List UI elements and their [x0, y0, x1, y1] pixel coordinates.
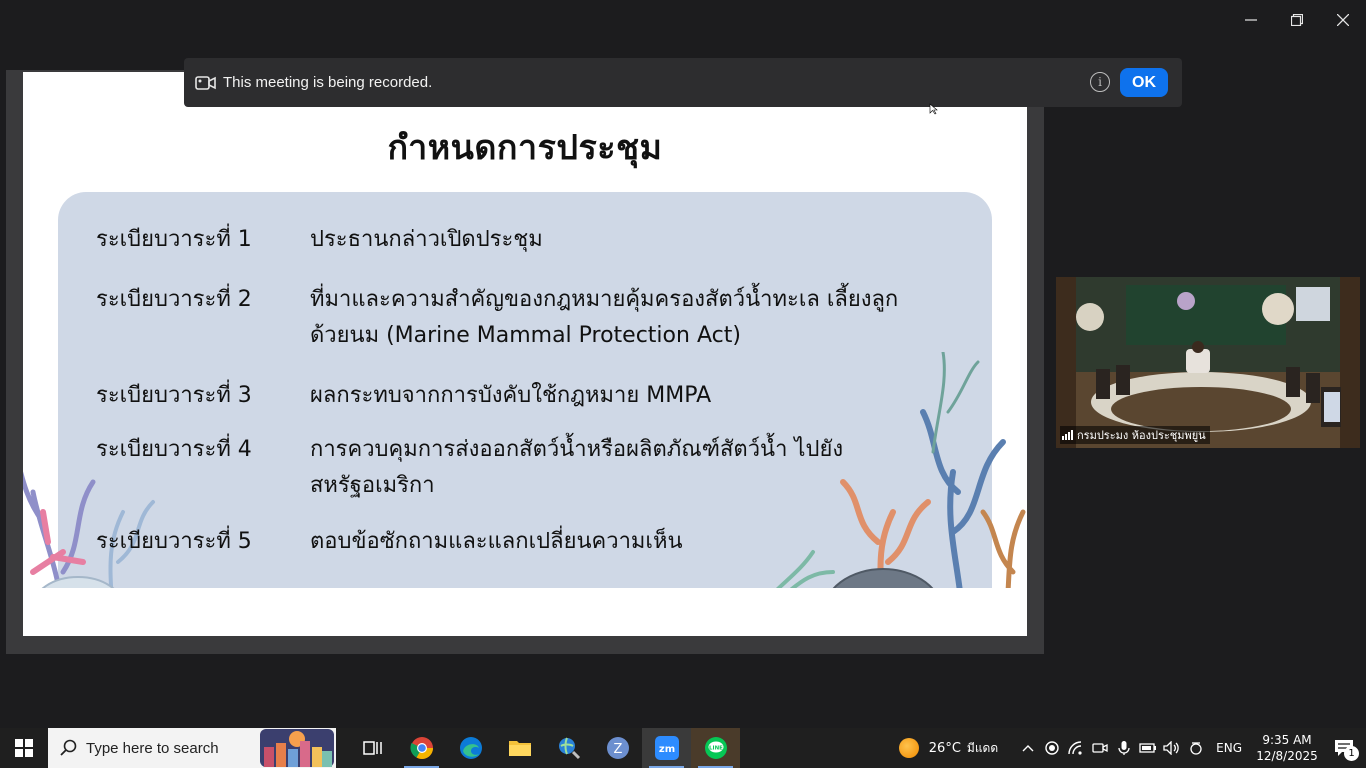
task-view-icon — [362, 741, 382, 755]
recording-message: This meeting is being recorded. — [223, 74, 433, 91]
window-controls — [1228, 0, 1366, 40]
agenda-text: ประธานกล่าวเปิดประชุม — [310, 227, 543, 252]
agenda-item-4: ระเบียบวาระที่ 4 การควบคุมการส่งออกสัตว์… — [96, 432, 910, 504]
agenda-text: การควบคุมการส่งออกสัตว์น้ำหรือผลิตภัณฑ์ส… — [310, 437, 844, 498]
sync-button[interactable] — [1184, 728, 1208, 768]
mouse-cursor-icon — [929, 103, 938, 115]
participant-name: กรมประมง ห้องประชุมพยูน — [1077, 429, 1206, 442]
recording-banner: This meeting is being recorded. i OK — [184, 58, 1182, 107]
edge-icon — [459, 737, 482, 759]
zoom-settings-icon: Z — [606, 737, 629, 759]
search-placeholder: Type here to search — [86, 739, 219, 757]
participant-video-tile[interactable]: กรมประมง ห้องประชุมพยูน — [1056, 277, 1360, 448]
meeting-room-video — [1056, 277, 1360, 448]
windows-logo-icon — [15, 739, 33, 757]
recording-camera-icon — [195, 74, 217, 92]
line-icon: LINE — [704, 737, 727, 759]
agenda-item-2: ระเบียบวาระที่ 2 ที่มาและความสำคัญของกฎห… — [96, 282, 910, 354]
agenda-number: ระเบียบวาระที่ 3 — [96, 383, 252, 408]
agenda-text: ตอบข้อซักถามและแลกเปลี่ยนความเห็น — [310, 529, 683, 554]
taskbar-clock[interactable]: 9:35 AM 12/8/2025 — [1252, 732, 1322, 764]
svg-text:Z: Z — [613, 742, 622, 757]
weather-temperature: 26°C — [928, 740, 961, 756]
magnifier-globe-icon — [558, 737, 580, 760]
agenda-number: ระเบียบวาระที่ 1 — [96, 227, 252, 252]
search-highlight-illustration-icon — [260, 729, 334, 767]
weather-description: มีแดด — [966, 740, 999, 755]
zoom-settings-app[interactable]: Z — [593, 728, 642, 768]
svg-text:zm: zm — [658, 744, 674, 755]
notification-center-button[interactable]: 1 — [1322, 728, 1366, 768]
battery-button[interactable] — [1136, 728, 1160, 768]
restore-icon — [1291, 14, 1303, 26]
minimize-button[interactable] — [1228, 0, 1274, 40]
taskbar-app-list: Z zm LINE — [348, 728, 740, 768]
agenda-item-5: ระเบียบวาระที่ 5 ตอบข้อซักถามและแลกเปลี่… — [96, 524, 910, 560]
agenda-item-1: ระเบียบวาระที่ 1 ประธานกล่าวเปิดประชุม — [96, 222, 910, 258]
search-icon — [58, 737, 80, 759]
record-icon — [1045, 741, 1059, 755]
svg-text:LINE: LINE — [709, 746, 723, 752]
agenda-number: ระเบียบวาระที่ 5 — [96, 529, 252, 554]
chrome-app[interactable] — [397, 728, 446, 768]
network-button[interactable] — [1064, 728, 1088, 768]
zoom-app[interactable]: zm — [642, 728, 691, 768]
agenda-item-3: ระเบียบวาระที่ 3 ผลกระทบจากการบังคับใช้ก… — [96, 378, 910, 414]
line-app[interactable]: LINE — [691, 728, 740, 768]
agenda-text: ที่มาและความสำคัญของกฎหมายคุ้มครองสัตว์น… — [310, 287, 899, 348]
slide-title: กำหนดการประชุม — [387, 128, 663, 168]
microphone-icon — [1118, 741, 1130, 755]
start-button[interactable] — [0, 728, 48, 768]
chevron-up-icon — [1022, 745, 1034, 752]
agenda-number: ระเบียบวาระที่ 2 — [96, 287, 252, 312]
meet-now-button[interactable] — [1088, 728, 1112, 768]
sun-icon — [898, 738, 919, 758]
camera-icon — [1092, 743, 1108, 753]
system-tray: 26°C มีแดด ENG 9:35 AM 12/8/2025 1 — [898, 728, 1366, 768]
agenda-text: ผลกระทบจากการบังคับใช้กฎหมาย MMPA — [310, 383, 712, 408]
chrome-icon — [409, 737, 433, 759]
edge-app[interactable] — [446, 728, 495, 768]
taskbar-search-box[interactable]: Type here to search — [48, 728, 336, 768]
close-button[interactable] — [1320, 0, 1366, 40]
agenda-number: ระเบียบวาระที่ 4 — [96, 437, 252, 462]
clock-date: 12/8/2025 — [1256, 749, 1318, 763]
speaker-icon — [1163, 741, 1179, 755]
microphone-button[interactable] — [1112, 728, 1136, 768]
presentation-slide[interactable]: กำหนดการประชุม ระเบียบวาระที่ 1 ประธานกล… — [23, 72, 1027, 636]
slide-footer-area — [23, 588, 1027, 636]
notification-count-badge: 1 — [1344, 746, 1359, 761]
clock-time: 9:35 AM — [1262, 733, 1312, 747]
weather-widget[interactable]: 26°C มีแดด — [898, 738, 999, 758]
sync-icon — [1190, 742, 1202, 755]
minimize-icon — [1245, 19, 1257, 21]
battery-icon — [1139, 743, 1157, 753]
show-hidden-icons-button[interactable] — [1016, 728, 1040, 768]
wifi-icon — [1068, 741, 1082, 755]
record-indicator[interactable] — [1040, 728, 1064, 768]
info-icon[interactable]: i — [1090, 72, 1110, 92]
windows-taskbar: Type here to search Z zm LINE 26°C มีแดด… — [0, 728, 1366, 768]
magnifier-app[interactable] — [544, 728, 593, 768]
ok-button[interactable]: OK — [1120, 68, 1168, 97]
restore-button[interactable] — [1274, 0, 1320, 40]
signal-strength-icon — [1062, 430, 1073, 440]
file-explorer-app[interactable] — [495, 728, 544, 768]
participant-name-label: กรมประมง ห้องประชุมพยูน — [1060, 426, 1210, 444]
folder-icon — [508, 741, 531, 756]
input-language-indicator[interactable]: ENG — [1216, 741, 1242, 755]
close-icon — [1337, 14, 1349, 26]
task-view-button[interactable] — [348, 728, 397, 768]
zoom-icon: zm — [654, 736, 679, 760]
volume-button[interactable] — [1160, 728, 1184, 768]
